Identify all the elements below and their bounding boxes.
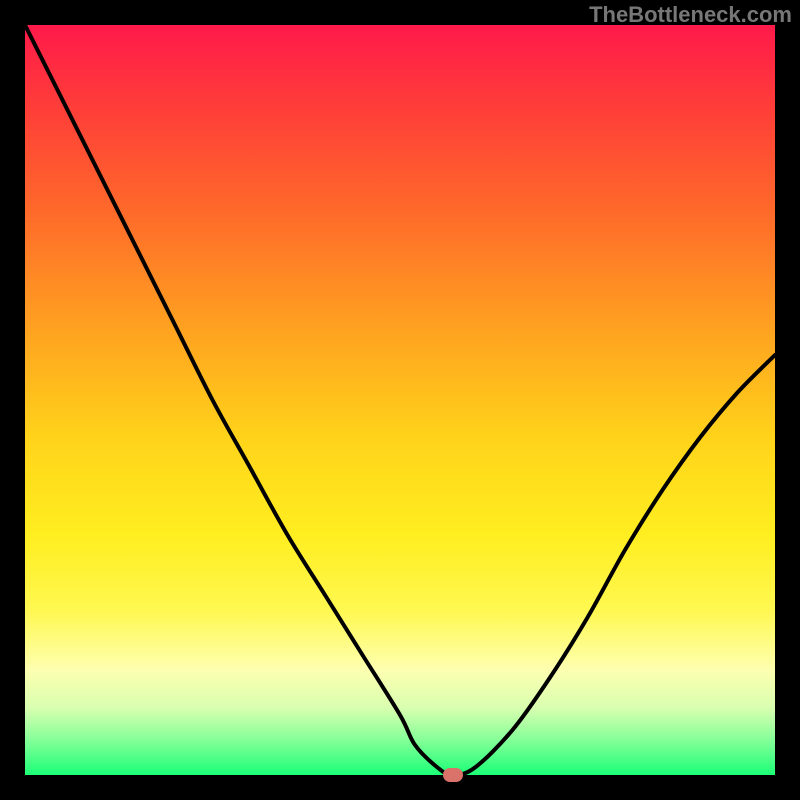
watermark-text: TheBottleneck.com: [589, 2, 792, 28]
chart-wrapper: TheBottleneck.com: [0, 0, 800, 800]
curve-svg: [25, 25, 775, 775]
plot-area: [25, 25, 775, 775]
bottleneck-curve: [25, 25, 775, 775]
optimal-point-marker: [443, 768, 463, 782]
